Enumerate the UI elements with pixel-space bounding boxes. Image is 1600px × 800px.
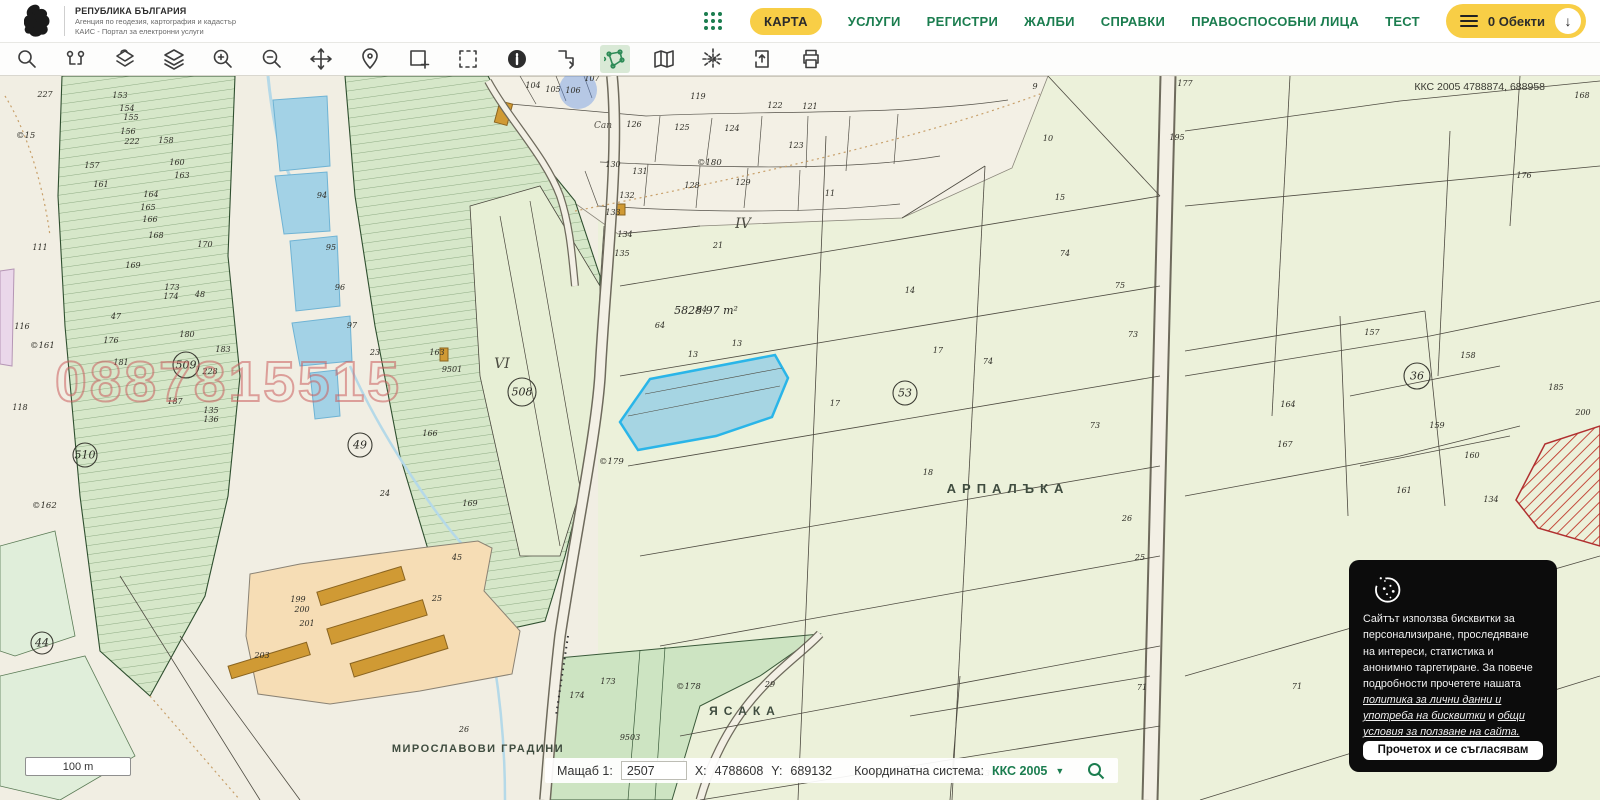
select-area-icon bbox=[408, 48, 430, 70]
print-button[interactable] bbox=[796, 45, 826, 73]
select-area-button[interactable] bbox=[404, 45, 434, 73]
nav-zhalbi[interactable]: ЖАЛБИ bbox=[1024, 14, 1075, 29]
pink-parcel bbox=[0, 269, 14, 366]
print-icon bbox=[800, 48, 822, 70]
logo-subtitle-1: Агенция по геодезия, картография и кадас… bbox=[75, 17, 236, 26]
select-extent-icon bbox=[457, 48, 479, 70]
measure-area-icon bbox=[604, 48, 626, 70]
zoom-out-icon bbox=[261, 48, 283, 70]
nav-registri[interactable]: РЕГИСТРИ bbox=[927, 14, 998, 29]
export-button[interactable] bbox=[747, 45, 777, 73]
nav-test[interactable]: ТЕСТ bbox=[1385, 14, 1420, 29]
scale-input[interactable] bbox=[621, 761, 687, 780]
crs-label: Координатна система: bbox=[854, 764, 984, 778]
measure-distance-icon bbox=[555, 48, 577, 70]
coordinate-search-button[interactable] bbox=[1086, 761, 1106, 781]
measure-distance-button[interactable] bbox=[551, 45, 581, 73]
map-overview-icon bbox=[652, 48, 676, 70]
status-bar: Мащаб 1: X: 4788608 Y: 689132 Координатн… bbox=[545, 758, 1118, 783]
info-button[interactable] bbox=[502, 45, 532, 73]
scale-label: Мащаб 1: bbox=[557, 764, 613, 778]
x-value: 4788608 bbox=[715, 764, 764, 778]
map-overview-button[interactable] bbox=[649, 45, 679, 73]
base-layers-button[interactable] bbox=[110, 45, 140, 73]
cookie-accept-button[interactable]: Прочетох и се съгласявам bbox=[1363, 741, 1543, 760]
select-extent-button[interactable] bbox=[453, 45, 483, 73]
pan-button[interactable] bbox=[306, 45, 336, 73]
apps-grid-icon[interactable] bbox=[704, 12, 722, 30]
zoom-in-button[interactable] bbox=[208, 45, 238, 73]
zoom-out-button[interactable] bbox=[257, 45, 287, 73]
hamburger-icon bbox=[1460, 14, 1478, 28]
logo-divider bbox=[64, 6, 65, 36]
logo-title: РЕПУБЛИКА БЪЛГАРИЯ bbox=[75, 6, 236, 17]
route-settings-icon bbox=[65, 48, 87, 70]
measure-area-button[interactable] bbox=[600, 45, 630, 73]
cookie-text: Сайтът използва бисквитки за персонализи… bbox=[1363, 611, 1543, 741]
pan-icon bbox=[309, 47, 333, 71]
base-layers-icon bbox=[113, 48, 137, 70]
nav-pravosposobni-litsa[interactable]: ПРАВОСПОСОБНИ ЛИЦА bbox=[1191, 14, 1359, 29]
cookie-text-1: Сайтът използва бисквитки за персонализи… bbox=[1363, 613, 1533, 690]
cookie-icon bbox=[1363, 572, 1411, 605]
coordinates-icon bbox=[701, 47, 725, 71]
down-arrow-icon: ↓ bbox=[1565, 13, 1572, 29]
cookie-consent-dialog: Сайтът използва бисквитки за персонализи… bbox=[1349, 560, 1557, 772]
nav-spravki[interactable]: СПРАВКИ bbox=[1101, 14, 1165, 29]
marker-button[interactable] bbox=[355, 45, 385, 73]
collapse-arrow-button[interactable]: ↓ bbox=[1555, 8, 1581, 34]
logo-subtitle-2: КАИС - Портал за електронни услуги bbox=[75, 27, 236, 36]
y-value: 689132 bbox=[790, 764, 832, 778]
route-settings-button[interactable] bbox=[61, 45, 91, 73]
x-label: X: bbox=[695, 764, 707, 778]
info-icon bbox=[506, 48, 528, 70]
objects-count-label: 0 Обекти bbox=[1488, 14, 1545, 29]
privacy-policy-link[interactable]: политика за лични данни и употреба на би… bbox=[1363, 694, 1501, 722]
scale-bar-label: 100 m bbox=[63, 761, 94, 773]
logo[interactable]: РЕПУБЛИКА БЪЛГАРИЯ Агенция по геодезия, … bbox=[24, 4, 236, 38]
layers-icon bbox=[162, 48, 186, 70]
map-toolbar bbox=[0, 42, 1600, 76]
coat-of-arms-logo bbox=[24, 4, 54, 38]
app-header: РЕПУБЛИКА БЪЛГАРИЯ Агенция по геодезия, … bbox=[0, 0, 1600, 42]
objects-button[interactable]: 0 Обекти ↓ bbox=[1446, 4, 1586, 38]
scale-bar: 100 m bbox=[25, 757, 131, 776]
nav-karta[interactable]: КАРТА bbox=[750, 8, 822, 35]
export-icon bbox=[752, 48, 772, 70]
search-icon bbox=[1086, 761, 1106, 781]
coordinates-button[interactable] bbox=[698, 45, 728, 73]
nav-uslugi[interactable]: УСЛУГИ bbox=[848, 14, 901, 29]
main-nav: КАРТА УСЛУГИ РЕГИСТРИ ЖАЛБИ СПРАВКИ ПРАВ… bbox=[704, 4, 1586, 38]
y-label: Y: bbox=[771, 764, 782, 778]
marker-icon bbox=[360, 47, 380, 71]
layers-button[interactable] bbox=[159, 45, 189, 73]
search-icon bbox=[16, 48, 38, 70]
crs-caret-icon[interactable]: ▼ bbox=[1055, 766, 1064, 776]
search-tool-button[interactable] bbox=[12, 45, 42, 73]
cookie-text-2: и bbox=[1486, 710, 1498, 722]
crs-selector[interactable]: ККС 2005 bbox=[992, 764, 1047, 778]
zoom-in-icon bbox=[212, 48, 234, 70]
